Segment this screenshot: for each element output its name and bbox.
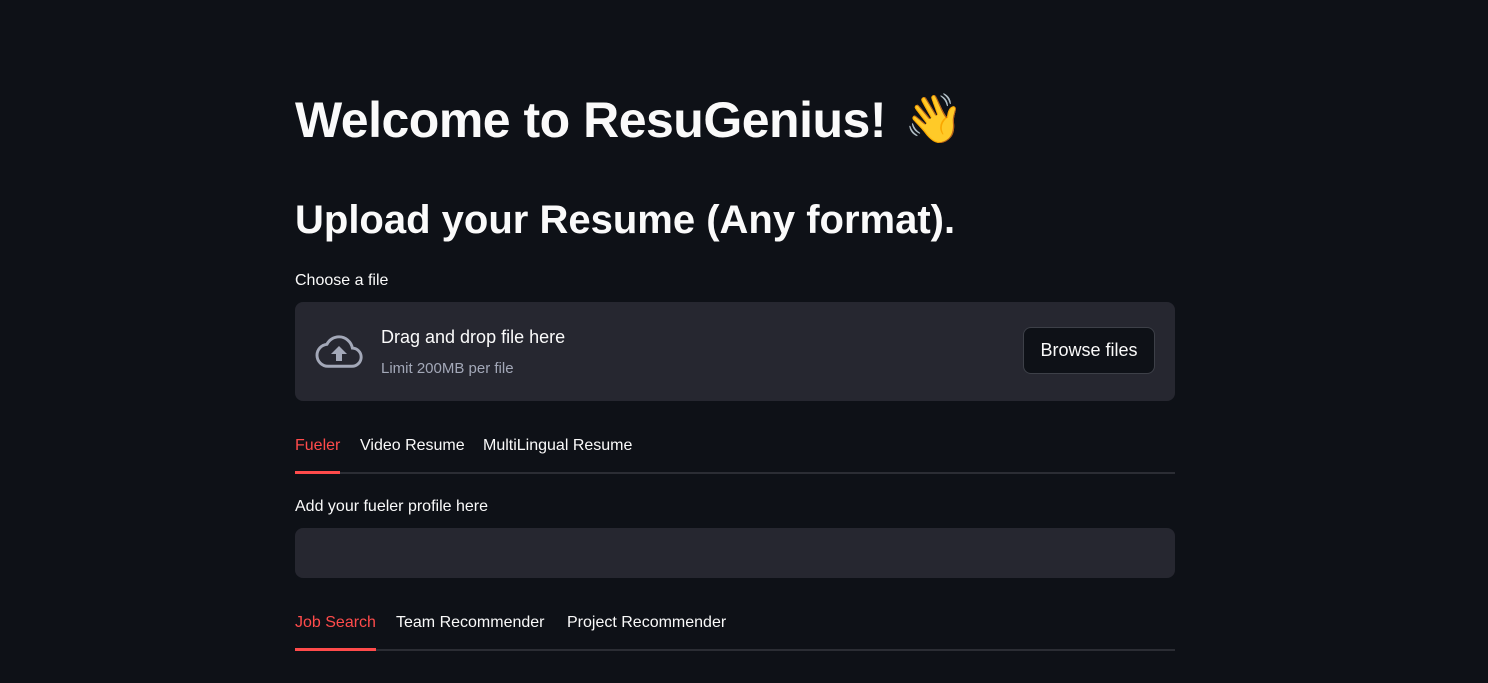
page-title: Welcome to ResuGenius! 👋 — [295, 88, 964, 152]
upload-heading: Upload your Resume (Any format). — [295, 198, 956, 242]
dropzone-instructions: Drag and drop file here — [381, 327, 566, 347]
tab-fueler[interactable]: Fueler — [295, 434, 341, 474]
page-title-text: Welcome to ResuGenius! — [295, 92, 886, 148]
fueler-profile-label: Add your fueler profile here — [295, 498, 488, 515]
tab-multilingual-resume[interactable]: MultiLingual Resume — [483, 434, 632, 472]
cloud-upload-icon — [315, 335, 363, 368]
tab-job-search[interactable]: Job Search — [295, 611, 376, 651]
tab-video-resume[interactable]: Video Resume — [360, 434, 465, 472]
resume-source-tabs: Fueler Video Resume MultiLingual Resume — [295, 434, 1175, 474]
tab-project-recommender[interactable]: Project Recommender — [567, 611, 726, 649]
browse-files-button[interactable]: Browse files — [1023, 327, 1155, 374]
file-size-limit: Limit 200MB per file — [381, 360, 514, 377]
fueler-profile-input[interactable] — [295, 528, 1175, 578]
file-uploader-label: Choose a file — [295, 272, 389, 289]
file-dropzone[interactable]: Drag and drop file here Limit 200MB per … — [295, 302, 1175, 401]
recommender-tabs: Job Search Team Recommender Project Reco… — [295, 611, 1175, 651]
waving-hand-emoji: 👋 — [903, 93, 964, 146]
tab-team-recommender[interactable]: Team Recommender — [396, 611, 545, 649]
